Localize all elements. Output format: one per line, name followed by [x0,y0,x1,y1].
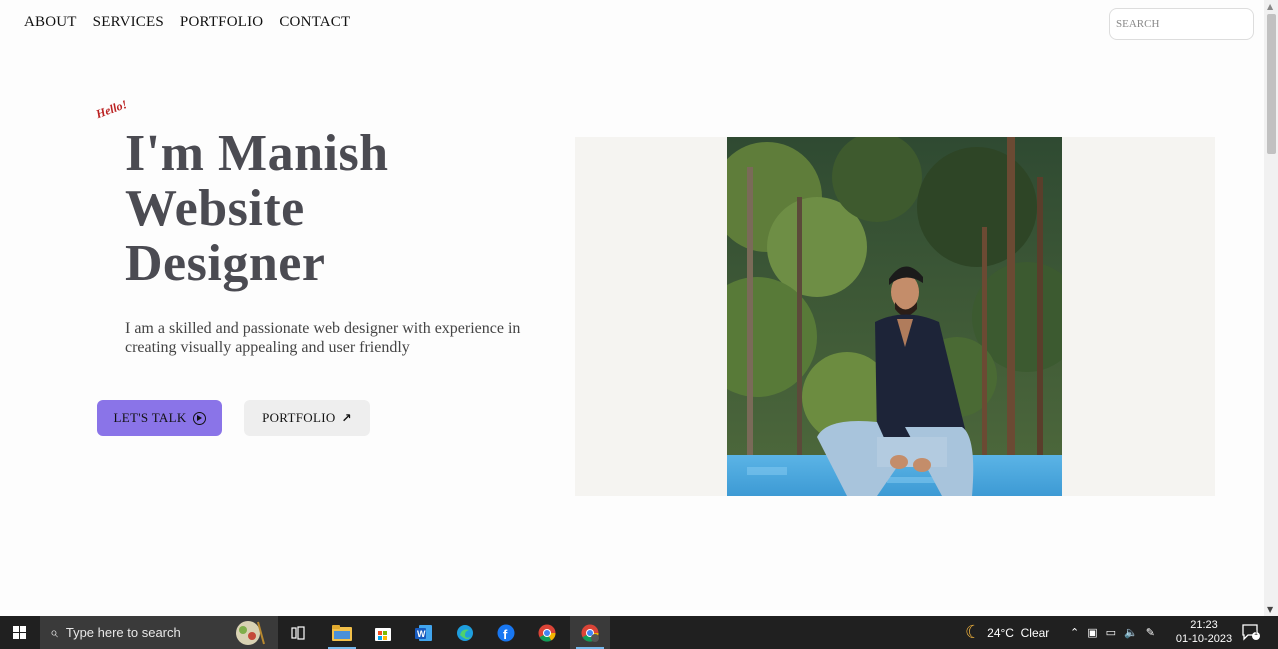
weather-widget[interactable]: ☾ 24°C Clear [965,616,1049,649]
notification-icon[interactable]: 1 [1242,624,1260,646]
system-tray: ⌃ ▣ ▭ 🔈 ✎ [1070,616,1155,649]
nav-portfolio[interactable]: PORTFOLIO [180,14,263,31]
taskbar-search-placeholder: Type here to search [65,625,181,640]
notification-count: 1 [1254,630,1258,637]
clock-date: 01-10-2023 [1175,633,1233,645]
battery-icon[interactable]: ▭ [1106,626,1116,639]
lets-talk-label: LET'S TALK [113,410,187,425]
scroll-up-icon[interactable]: ▲ [1267,2,1273,11]
scroll-thumb[interactable] [1267,14,1276,154]
main-nav: ABOUT SERVICES PORTFOLIO CONTACT [24,14,350,31]
play-circle-icon [192,411,206,425]
microsoft-store-icon[interactable] [363,616,403,649]
chrome-profile-icon[interactable] [570,616,610,649]
meet-now-icon[interactable]: ▣ [1087,626,1097,639]
scroll-down-icon[interactable]: ▼ [1267,605,1273,614]
chevron-up-icon[interactable]: ⌃ [1070,626,1079,639]
file-explorer-icon[interactable] [322,616,362,649]
svg-text:W: W [417,629,426,639]
search-icon: ⌕ [50,624,58,641]
search-input[interactable] [1109,8,1254,40]
search-highlight-icon [236,621,265,645]
task-view-icon[interactable] [279,616,319,649]
taskbar-search-box[interactable]: ⌕ Type here to search [40,616,278,649]
svg-text:f: f [503,627,508,642]
word-icon[interactable]: W [404,616,444,649]
volume-icon[interactable]: 🔈 [1124,626,1138,639]
nav-about[interactable]: ABOUT [24,14,77,31]
system-clock[interactable]: 21:23 01-10-2023 [1174,618,1234,646]
lets-talk-button[interactable]: LET'S TALK [97,400,222,436]
hello-tag: Hello! [94,97,129,122]
moon-icon: ☾ [965,622,982,643]
edge-icon[interactable] [445,616,485,649]
portfolio-button[interactable]: PORTFOLIO ↗ [244,400,370,436]
clock-time: 21:23 [1190,619,1218,631]
pen-icon[interactable]: ✎ [1146,626,1155,639]
windows-start-icon[interactable] [0,616,38,649]
windows-taskbar: ⌕ Type here to search W f ☾ 24°C Clear ⌃ [0,616,1278,649]
arrow-up-right-icon: ↗ [341,411,352,425]
weather-text: 24°C Clear [987,625,1050,640]
hero-headline: I'm Manish Website Designer [125,126,545,291]
headline-line-3: Designer [125,235,326,292]
nav-contact[interactable]: CONTACT [279,14,350,31]
nav-services[interactable]: SERVICES [93,14,164,31]
facebook-icon[interactable]: f [486,616,526,649]
hero-description: I am a skilled and passionate web design… [125,320,521,356]
hero-portrait-image [727,137,1062,496]
headline-line-1: I'm Manish [125,125,389,182]
headline-line-2: Website [125,180,305,237]
page-scrollbar[interactable]: ▲ ▼ [1264,0,1278,616]
chrome-icon[interactable] [527,616,567,649]
portfolio-label: PORTFOLIO [262,410,336,425]
